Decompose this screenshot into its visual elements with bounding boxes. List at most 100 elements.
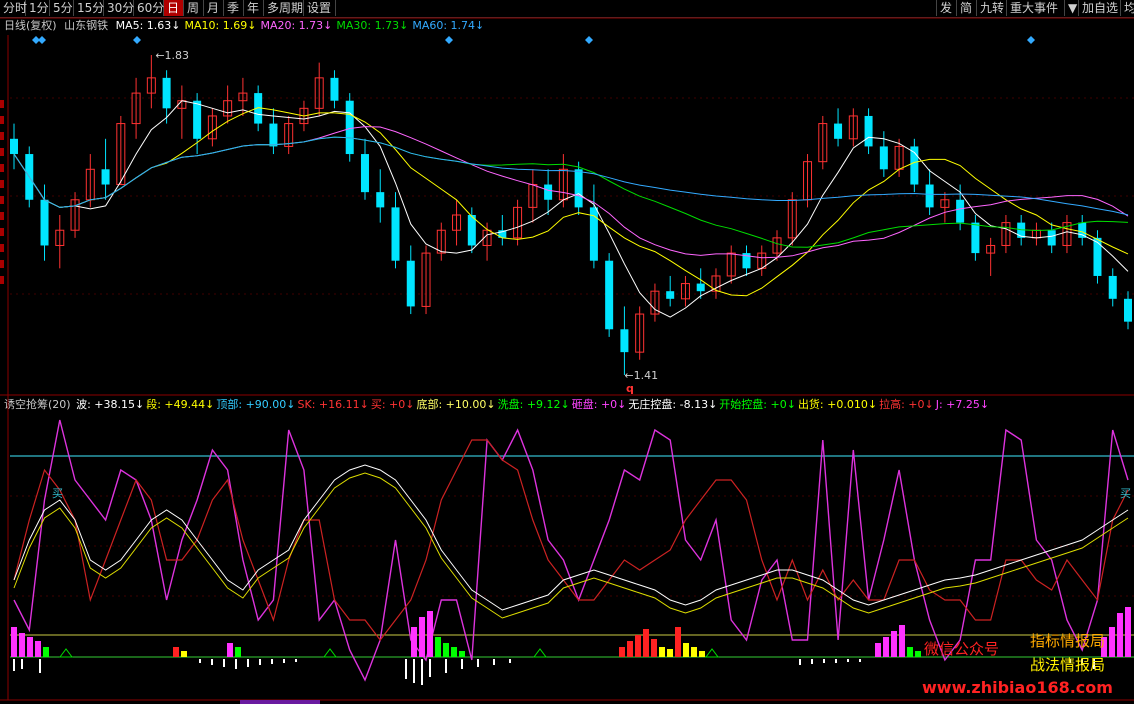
histogram-bar [435, 637, 441, 657]
candle-body [956, 199, 965, 223]
candle-body [1108, 275, 1117, 299]
candle-body [544, 184, 553, 200]
buy-label: 买 [52, 487, 63, 500]
candle-body [1124, 298, 1132, 322]
histogram-bar [459, 651, 465, 657]
axis-tick [0, 244, 4, 252]
candle-body [620, 329, 629, 353]
candle-body [696, 283, 705, 292]
candle-body [360, 154, 369, 193]
q-marker: q [626, 382, 634, 395]
candle-body [391, 207, 400, 261]
candle-body [574, 169, 583, 208]
histogram-bar [875, 643, 881, 657]
candle-body [1047, 230, 1056, 246]
signal-diamond [133, 36, 141, 44]
buy-label: 买 [1120, 487, 1131, 500]
watermark-url: www.zhibiao168.com [922, 678, 1113, 697]
histogram-bar [419, 617, 425, 657]
candle-body [467, 215, 476, 246]
axis-tick [0, 164, 4, 172]
low-label: ←1.41 [624, 369, 658, 382]
candle-body [1093, 237, 1102, 276]
histogram-bar [427, 611, 433, 657]
watermark-wechat: 微信公众号 [924, 640, 1000, 658]
histogram-bar [643, 629, 649, 657]
axis-tick [0, 180, 4, 188]
candle-body [345, 100, 354, 155]
axis-tick [0, 228, 4, 236]
candle-body [269, 123, 278, 147]
histogram-bar [635, 635, 641, 657]
signal-diamond [445, 36, 453, 44]
candle-body [605, 260, 614, 330]
histogram-bar [35, 641, 41, 657]
axis-tick [0, 276, 4, 284]
histogram-bar [1109, 627, 1115, 657]
signal-diamond [1027, 36, 1035, 44]
candle-body [193, 100, 202, 139]
histogram-bar [411, 627, 417, 657]
scroll-thumb [240, 700, 320, 704]
histogram-bar [451, 647, 457, 657]
axis-tick [0, 196, 4, 204]
histogram-bar [1117, 613, 1123, 657]
candle-body [330, 77, 339, 101]
histogram-bar [915, 651, 921, 657]
candle-body [666, 291, 675, 299]
histogram-bar [883, 637, 889, 657]
candle-body [406, 260, 415, 307]
axis-tick [0, 132, 4, 140]
candle-body [376, 192, 385, 208]
watermark-name1: 指标情报局 [1030, 632, 1106, 650]
signal-diamond [585, 36, 593, 44]
signal-diamond [38, 36, 46, 44]
histogram-bar [443, 643, 449, 657]
signal-triangle [59, 648, 73, 658]
histogram-bar [627, 641, 633, 657]
histogram-bar [235, 647, 241, 657]
watermark-name2: 战法情报局 [1030, 656, 1106, 674]
signal-triangle [533, 648, 547, 658]
candle-body [864, 115, 873, 147]
sk-line [13, 439, 1129, 641]
histogram-bar [43, 647, 49, 657]
candle-body [40, 199, 49, 246]
candle-body [10, 138, 18, 155]
candle-body [1078, 222, 1087, 238]
histogram-bar [19, 633, 25, 657]
axis-tick [0, 100, 4, 108]
high-label: ←1.83 [155, 49, 189, 62]
histogram-bar [683, 643, 689, 657]
wave-line [13, 464, 1129, 611]
axis-tick [0, 148, 4, 156]
histogram-bar [891, 631, 897, 657]
histogram-bar [227, 643, 233, 657]
histogram-bar [651, 639, 657, 657]
histogram-bar [699, 651, 705, 657]
axis-tick [0, 212, 4, 220]
histogram-bar [11, 627, 17, 657]
signal-triangle [323, 648, 337, 658]
histogram-bar [181, 651, 187, 657]
price-chart[interactable]: ←1.83 ←1.41q 买 买 [0, 0, 1134, 704]
candle-body [101, 169, 110, 185]
histogram-bar [675, 627, 681, 657]
axis-tick [0, 116, 4, 124]
candle-body [162, 77, 171, 109]
histogram-bar [691, 647, 697, 657]
signal-triangle [705, 648, 719, 658]
candle-body [834, 123, 843, 139]
candle-body [971, 222, 980, 254]
candle-body [925, 184, 934, 208]
histogram-bar [907, 647, 913, 657]
histogram-bar [1125, 607, 1131, 657]
axis-tick [0, 260, 4, 268]
histogram-bar [899, 625, 905, 657]
ma-line [13, 126, 1129, 259]
histogram-bar [659, 647, 665, 657]
histogram-bar [667, 649, 673, 657]
candle-body [879, 146, 888, 170]
histogram-bar [619, 647, 625, 657]
histogram-bar [27, 637, 33, 657]
